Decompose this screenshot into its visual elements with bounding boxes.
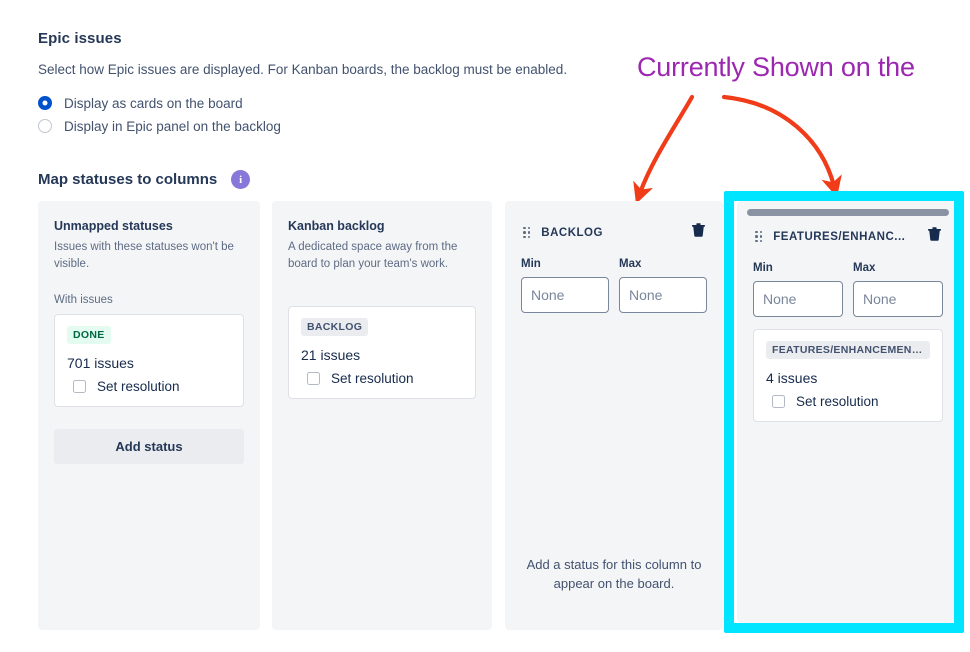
horizontal-scrollbar-thumb[interactable]: [747, 209, 949, 216]
status-badge: BACKLOG: [301, 318, 369, 337]
radio-button-unselected[interactable]: [38, 119, 52, 134]
issues-count: 21 issues: [301, 347, 361, 364]
radio-option-display-in-epic-panel[interactable]: Display in Epic panel on the backlog: [38, 119, 638, 134]
column-heading: Kanban backlog: [288, 219, 385, 233]
issues-count: 4 issues: [766, 370, 818, 386]
add-status-button[interactable]: Add status: [54, 429, 244, 465]
drag-handle-icon[interactable]: [755, 230, 763, 243]
column-unmapped-statuses: Unmapped statuses Issues with these stat…: [38, 201, 260, 630]
min-input[interactable]: [521, 277, 609, 313]
issues-count: 701 issues: [67, 355, 134, 372]
min-max-fields: Min Max: [753, 262, 943, 317]
status-card[interactable]: BACKLOG 21 issues Set resolution: [288, 306, 476, 400]
column-subheading: Issues with these statuses won't be visi…: [54, 241, 234, 270]
radio-label-display-as-cards: Display as cards on the board: [64, 95, 243, 111]
set-resolution-row[interactable]: Set resolution: [766, 394, 930, 409]
info-icon[interactable]: i: [231, 170, 251, 189]
max-field-group: Max: [619, 258, 707, 313]
column-title: BACKLOG: [541, 226, 603, 239]
min-field-group: Min: [521, 258, 609, 313]
drag-handle-icon[interactable]: [523, 226, 531, 239]
annotation-text: Currently Shown on the: [637, 52, 915, 82]
max-field-group: Max: [853, 262, 943, 317]
set-resolution-row[interactable]: Set resolution: [67, 379, 231, 394]
column-subheading: A dedicated space away from the board to…: [288, 241, 458, 270]
epic-issues-settings: Epic issues Select how Epic issues are d…: [38, 30, 638, 142]
status-badge: DONE: [67, 326, 111, 345]
column-features-enhancements: FEATURES/ENHANC... Min Max: [737, 201, 959, 623]
radio-label-display-in-epic-panel: Display in Epic panel on the backlog: [64, 118, 281, 134]
column-backlog: BACKLOG Min Max: [505, 201, 723, 630]
arrow-right: [721, 94, 842, 198]
arrow-left: [633, 94, 695, 205]
set-resolution-label: Set resolution: [796, 394, 879, 409]
group-label-with-issues: With issues: [54, 294, 113, 307]
column-header-row: FEATURES/ENHANC...: [753, 223, 943, 246]
set-resolution-checkbox[interactable]: [307, 372, 320, 386]
trash-icon[interactable]: [928, 227, 941, 246]
max-input[interactable]: [853, 281, 943, 317]
set-resolution-label: Set resolution: [331, 371, 414, 387]
map-statuses-heading-row: Map statuses to columns i: [38, 170, 251, 189]
status-card[interactable]: DONE 701 issues Set resolution: [54, 314, 244, 408]
min-max-fields: Min Max: [521, 258, 707, 313]
set-resolution-label: Set resolution: [97, 379, 180, 395]
trash-icon[interactable]: [692, 223, 705, 242]
section-description: Select how Epic issues are displayed. Fo…: [38, 62, 568, 77]
max-input[interactable]: [619, 277, 707, 313]
map-statuses-title: Map statuses to columns: [38, 171, 218, 188]
max-label: Max: [619, 258, 642, 270]
page-title: Epic issues: [38, 30, 122, 47]
status-card[interactable]: FEATURES/ENHANCEMENTS 4 issues Set resol…: [753, 329, 943, 422]
min-label: Min: [521, 258, 541, 270]
column-kanban-backlog: Kanban backlog A dedicated space away fr…: [272, 201, 492, 630]
radio-button-selected[interactable]: [38, 96, 52, 111]
status-badge: FEATURES/ENHANCEMENTS: [766, 341, 930, 359]
max-label: Max: [853, 262, 876, 274]
set-resolution-checkbox[interactable]: [73, 380, 86, 394]
min-input[interactable]: [753, 281, 843, 317]
set-resolution-checkbox[interactable]: [772, 395, 785, 408]
min-field-group: Min: [753, 262, 843, 317]
empty-column-message: Add a status for this column to appear o…: [526, 557, 702, 592]
column-title: FEATURES/ENHANC...: [773, 230, 906, 243]
column-heading: Unmapped statuses: [54, 219, 173, 233]
set-resolution-row[interactable]: Set resolution: [301, 371, 463, 386]
radio-option-display-as-cards[interactable]: Display as cards on the board: [38, 96, 638, 111]
column-header-row: BACKLOG: [521, 219, 707, 242]
min-label: Min: [753, 262, 773, 274]
